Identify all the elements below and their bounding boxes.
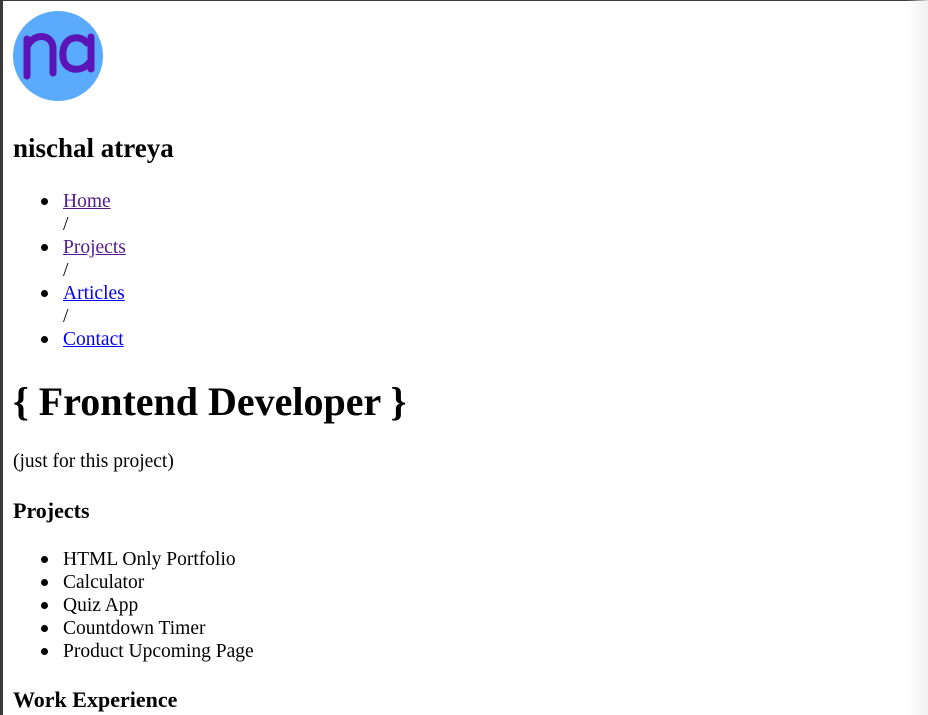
- nav-link-contact[interactable]: Contact: [63, 329, 124, 350]
- nav-separator: /: [63, 214, 69, 235]
- projects-list: HTML Only Portfolio Calculator Quiz App …: [13, 548, 254, 663]
- window-top-border: [0, 0, 928, 1]
- nav-item-articles: Articles /: [13, 282, 126, 328]
- work-experience-heading: Work Experience: [13, 687, 178, 712]
- nav-separator: /: [63, 306, 69, 327]
- projects-heading: Projects: [13, 498, 90, 523]
- main-nav: Home / Projects / Articles / Contact: [13, 190, 126, 351]
- nav-item-contact: Contact: [13, 328, 126, 351]
- nav-link-articles[interactable]: Articles: [63, 283, 125, 304]
- nav-item-home: Home /: [13, 190, 126, 236]
- site-name: nischal atreya: [13, 133, 174, 163]
- list-item: Product Upcoming Page: [13, 640, 254, 663]
- hero-title: { Frontend Developer }: [13, 379, 407, 424]
- browser-viewport: nischal atreya Home / Projects / Article…: [0, 0, 928, 715]
- nav-link-home[interactable]: Home: [63, 191, 111, 212]
- nav-link-projects[interactable]: Projects: [63, 237, 126, 258]
- window-left-border: [0, 0, 3, 715]
- list-item: HTML Only Portfolio: [13, 548, 254, 571]
- window-right-shadow: [906, 0, 928, 715]
- list-item: Calculator: [13, 571, 254, 594]
- nav-separator: /: [63, 260, 69, 281]
- nav-item-projects: Projects /: [13, 236, 126, 282]
- list-item: Countdown Timer: [13, 617, 254, 640]
- logo-image: [13, 11, 103, 101]
- list-item: Quiz App: [13, 594, 254, 617]
- hero-note: (just for this project): [13, 451, 174, 472]
